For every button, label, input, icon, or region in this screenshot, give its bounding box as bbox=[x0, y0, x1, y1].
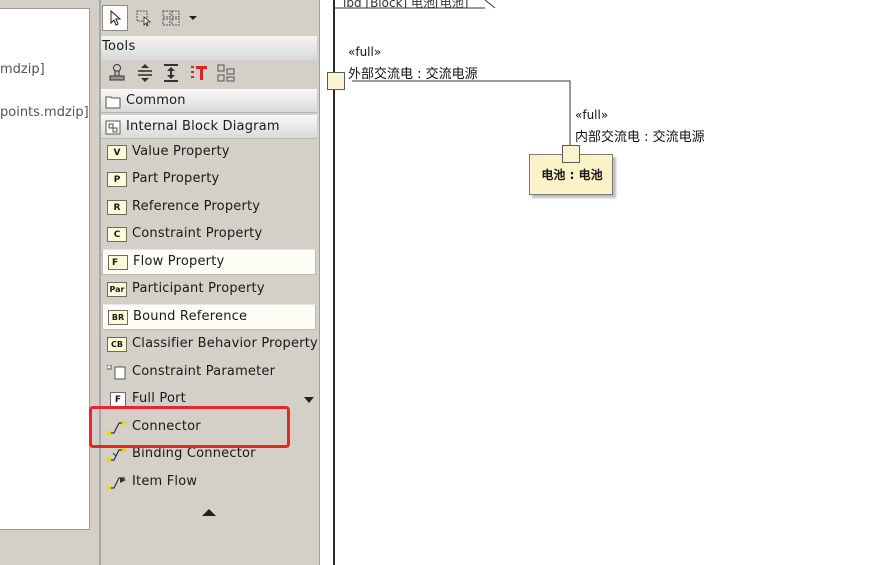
toolbar-dropdown-button[interactable] bbox=[185, 5, 201, 31]
model-tree[interactable]: mdzip] points.mdzip] bbox=[0, 8, 90, 530]
palette-item-label: Constraint Parameter bbox=[132, 364, 276, 379]
connector-line[interactable] bbox=[352, 80, 571, 145]
participant-property-icon: Par bbox=[107, 282, 127, 297]
diagram-palette: Tools Common Internal Block Diagram V Va… bbox=[101, 0, 319, 565]
value-property-icon: V bbox=[107, 145, 127, 160]
palette-item-label: Classifier Behavior Property bbox=[132, 336, 318, 351]
palette-item-flow-property[interactable]: F Flow Property bbox=[102, 249, 316, 275]
constraint-parameter-icon bbox=[107, 365, 126, 380]
palette-item-constraint-property[interactable]: C Constraint Property bbox=[102, 222, 316, 248]
expand-arrow-icon[interactable] bbox=[304, 397, 314, 403]
palette-item-bound-reference[interactable]: BR Bound Reference bbox=[102, 304, 316, 330]
palette-item-label: Reference Property bbox=[132, 199, 261, 214]
part-label: 电池 : 电池 bbox=[541, 168, 603, 182]
group-common[interactable]: Common bbox=[101, 89, 317, 113]
chevron-down-icon bbox=[189, 16, 197, 20]
palette-item-reference-property[interactable]: R Reference Property bbox=[102, 195, 316, 221]
connector-highlight-box bbox=[89, 406, 290, 448]
stamp-tool-icon[interactable] bbox=[107, 63, 127, 83]
grid-view-button[interactable] bbox=[158, 5, 184, 31]
tools-row bbox=[101, 60, 317, 88]
palette-item-label: Bound Reference bbox=[133, 309, 248, 324]
tree-item-points-file[interactable]: points.mdzip] bbox=[0, 105, 89, 120]
group-common-label: Common bbox=[126, 93, 186, 108]
pointer-tool-button[interactable] bbox=[102, 5, 128, 31]
outer-port-label: 外部交流电 : 交流电源 bbox=[348, 67, 478, 82]
item-flow-icon bbox=[107, 477, 126, 490]
palette-item-label: Full Port bbox=[132, 391, 186, 406]
palette-item-label: Value Property bbox=[132, 144, 230, 159]
palette-item-value-property[interactable]: V Value Property bbox=[102, 140, 316, 166]
folder-icon bbox=[105, 96, 121, 109]
tree-item-project-file[interactable]: mdzip] bbox=[0, 62, 45, 77]
part-property-icon: P bbox=[107, 172, 127, 187]
palette-item-label: Constraint Property bbox=[132, 226, 263, 241]
palette-item-item-flow[interactable]: Item Flow bbox=[102, 470, 316, 496]
palette-item-label: Item Flow bbox=[132, 474, 198, 489]
scroll-up-icon[interactable] bbox=[202, 508, 216, 517]
flow-property-icon: F bbox=[108, 255, 128, 270]
inner-port-label: 内部交流电 : 交流电源 bbox=[575, 130, 705, 145]
grid-icon bbox=[162, 10, 180, 26]
expand-vertical-icon[interactable] bbox=[161, 63, 181, 83]
palette-item-constraint-parameter[interactable]: Constraint Parameter bbox=[102, 360, 316, 386]
reference-property-icon: R bbox=[107, 200, 127, 215]
group-internal-block-diagram[interactable]: Internal Block Diagram bbox=[101, 115, 317, 139]
connector-lines bbox=[335, 0, 571, 145]
outer-port[interactable] bbox=[327, 72, 345, 90]
diagram-canvas[interactable]: ibd [Block] 电池[电池] «full» 外部交流电 : 交流电源 «… bbox=[327, 0, 873, 565]
palette-toolbar bbox=[101, 0, 319, 34]
tools-header-label: Tools bbox=[102, 39, 136, 54]
ibd-diagram-icon bbox=[105, 120, 121, 135]
group-ibd-label: Internal Block Diagram bbox=[126, 119, 280, 134]
palette-item-label: Participant Property bbox=[132, 281, 265, 296]
palette-item-label: Flow Property bbox=[133, 254, 225, 269]
palette-item-label: Binding Connector bbox=[132, 446, 256, 461]
classifier-behavior-icon: CB bbox=[107, 337, 127, 352]
text-tool-icon[interactable] bbox=[189, 63, 209, 83]
constraint-property-icon: C bbox=[107, 227, 127, 242]
binding-connector-icon bbox=[107, 448, 126, 462]
palette-item-part-property[interactable]: P Part Property bbox=[102, 167, 316, 193]
inner-port-stereotype: «full» bbox=[575, 108, 609, 122]
layout-tool-icon[interactable] bbox=[216, 63, 236, 83]
pointer-icon bbox=[110, 10, 122, 26]
tools-section-header[interactable]: Tools bbox=[101, 36, 317, 60]
full-port-icon: F bbox=[110, 392, 126, 407]
marquee-select-button[interactable] bbox=[131, 5, 157, 31]
inner-port[interactable] bbox=[562, 145, 580, 163]
distribute-vertical-icon[interactable] bbox=[135, 63, 155, 83]
bound-reference-icon: BR bbox=[108, 310, 128, 325]
marquee-select-icon bbox=[136, 10, 152, 27]
palette-item-participant-property[interactable]: Par Participant Property bbox=[102, 277, 316, 303]
palette-item-classifier-behavior-property[interactable]: CB Classifier Behavior Property bbox=[102, 332, 318, 358]
outer-port-stereotype: «full» bbox=[348, 45, 382, 59]
model-browser-panel: mdzip] points.mdzip] bbox=[0, 0, 99, 565]
palette-item-label: Part Property bbox=[132, 171, 220, 186]
